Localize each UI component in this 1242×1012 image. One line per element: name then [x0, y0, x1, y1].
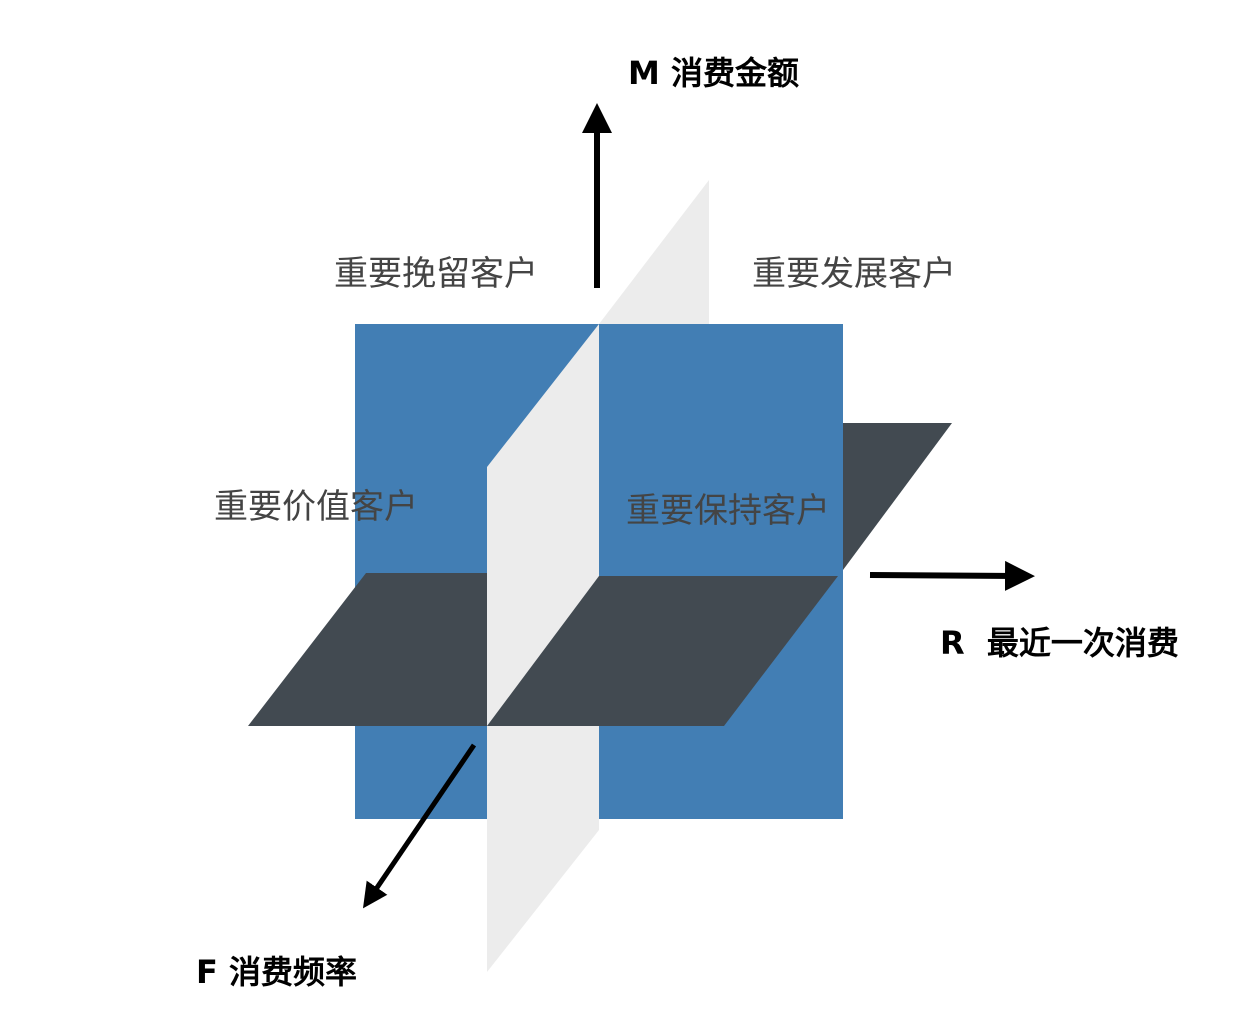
segment-label-retain: 重要挽留客户 — [334, 254, 538, 294]
segment-label-keep: 重要保持客户 — [626, 491, 830, 531]
f-axis-label: F 消费频率 — [196, 953, 357, 991]
r-axis-arrow — [869, 560, 1035, 591]
m-axis-label: M 消费金额 — [628, 54, 799, 92]
depth-plane — [599, 180, 709, 324]
horizontal-plane-left — [248, 573, 487, 726]
r-axis-label: R 最近一次消费 — [940, 624, 1179, 662]
horizontal-plane-back — [843, 423, 952, 570]
segment-label-develop: 重要发展客户 — [752, 254, 956, 294]
segment-label-value: 重要价值客户 — [214, 487, 418, 527]
rfm-diagram: M 消费金额 R 最近一次消费 F 消费频率 重要挽留客户 重要发展客户 重要价… — [196, 54, 1179, 991]
